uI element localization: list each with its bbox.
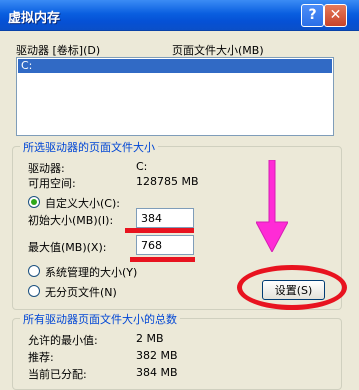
total-group-legend: 所有驱动器页面文件大小的总数 [20,311,180,327]
max-size-input[interactable] [136,235,194,255]
list-item[interactable]: C: [18,59,332,73]
min-allowed-label: 允许的最小值: [28,334,98,347]
down-arrow-icon [256,160,288,252]
custom-size-label[interactable]: 自定义大小(C): [45,195,120,211]
system-managed-radio[interactable] [28,265,40,277]
red-underline-annotation [130,257,195,262]
max-size-label: 最大值(MB)(X): [28,241,107,254]
system-managed-label[interactable]: 系统管理的大小(Y) [45,264,137,280]
allocated-label: 当前已分配: [28,368,87,381]
drive-label: 驱动器: [28,162,65,175]
close-button[interactable]: ✕ [324,4,347,27]
set-button[interactable]: 设置(S) [262,280,325,300]
drives-listbox[interactable]: C: [16,57,334,136]
recommended-label: 推荐: [28,351,54,364]
recommended-value: 382 MB [136,349,178,362]
initial-size-input[interactable] [136,208,194,228]
min-allowed-value: 2 MB [136,332,164,345]
title-bar: 虚拟内存 ? ✕ [0,0,359,31]
no-paging-label[interactable]: 无分页文件(N) [45,284,117,300]
help-button[interactable]: ? [301,4,324,27]
radio-selected-dot [31,199,37,205]
space-label: 可用空间: [28,177,76,190]
window-title: 虚拟内存 [8,11,61,26]
pagefile-column-header: 页面文件大小(MB) [172,44,264,57]
space-value: 128785 MB [136,175,199,188]
selected-group-legend: 所选驱动器的页面文件大小 [20,139,158,155]
drive-item-label: C: [21,59,33,72]
initial-size-label: 初始大小(MB)(I): [28,214,114,227]
custom-size-radio[interactable] [28,196,40,208]
allocated-value: 384 MB [136,366,178,379]
no-paging-radio[interactable] [28,285,40,297]
red-underline-annotation [125,228,194,233]
drive-column-header: 驱动器 [卷标](D) [16,44,101,57]
drive-value: C: [136,160,148,173]
